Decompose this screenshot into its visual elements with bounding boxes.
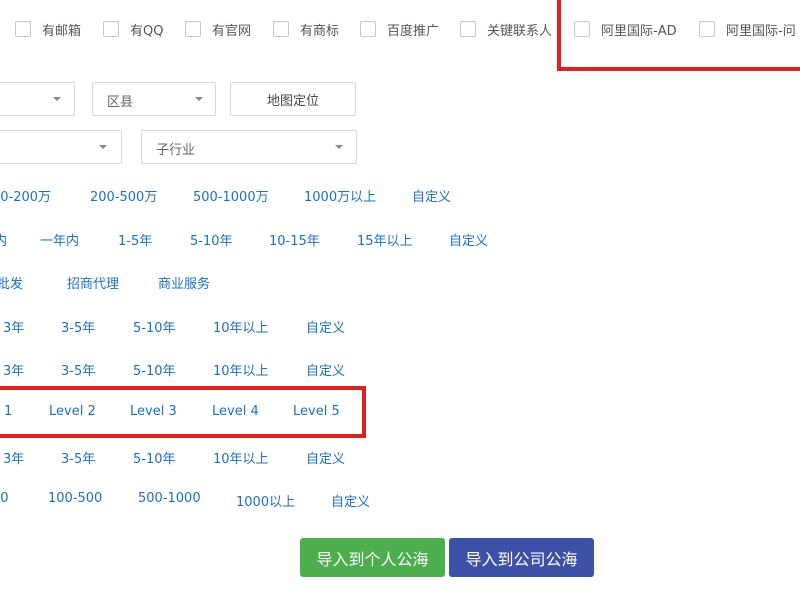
capital-option[interactable]: 00-200万 [0, 186, 51, 205]
import-company-pool-button[interactable]: 导入到公司公海 [449, 538, 594, 577]
years-option[interactable]: 3-5年 [61, 317, 95, 336]
count-option-custom[interactable]: 自定义 [331, 491, 370, 510]
checkbox-has-trademark[interactable]: 有商标 [273, 19, 339, 39]
level-option[interactable]: 1 [4, 404, 12, 419]
capital-option[interactable]: 500-1000万 [193, 186, 269, 205]
checkbox-alibaba-inquiry[interactable]: 阿里国际-问 [699, 19, 796, 39]
industry-select[interactable] [0, 130, 122, 164]
level-option[interactable]: Level 4 [212, 404, 259, 419]
age-option-custom[interactable]: 自定义 [449, 230, 488, 249]
age-option[interactable]: 5-10年 [190, 230, 233, 249]
business-option[interactable]: 商业服务 [158, 273, 210, 292]
count-option[interactable]: 1000以上 [236, 491, 295, 510]
business-option[interactable]: 招商代理 [67, 273, 119, 292]
checkbox-has-website[interactable]: 有官网 [185, 19, 251, 39]
checkbox-alibaba-ad[interactable]: 阿里国际-AD [574, 19, 677, 39]
import-personal-pool-button[interactable]: 导入到个人公海 [300, 538, 445, 577]
age-option[interactable]: 10-15年 [269, 230, 320, 249]
count-option[interactable]: 100-500 [48, 491, 102, 506]
count-option[interactable]: 500-1000 [138, 491, 201, 506]
years-option[interactable]: 3年 [3, 448, 24, 467]
checkbox-key-contact[interactable]: 关键联系人 [460, 19, 552, 39]
sub-industry-select[interactable]: 子行业 [141, 130, 357, 164]
years-option[interactable]: 5-10年 [133, 448, 176, 467]
level-option[interactable]: Level 2 [49, 404, 96, 419]
level-option[interactable]: Level 5 [293, 404, 340, 419]
years-option[interactable]: 3年 [3, 317, 24, 336]
checkbox-baidu-promotion[interactable]: 百度推广 [360, 19, 439, 39]
years-option[interactable]: 3-5年 [61, 360, 95, 379]
years-option[interactable]: 5-10年 [133, 360, 176, 379]
age-option[interactable]: 内 [0, 230, 7, 249]
business-option[interactable]: 商批发 [0, 273, 23, 292]
years-option[interactable]: 3-5年 [61, 448, 95, 467]
age-option[interactable]: 15年以上 [357, 230, 413, 249]
checkbox-has-email[interactable]: 有邮箱 [15, 19, 81, 39]
count-option[interactable]: 00 [0, 491, 9, 506]
age-option[interactable]: 一年内 [40, 230, 79, 249]
years-option-custom[interactable]: 自定义 [306, 317, 345, 336]
years-option[interactable]: 10年以上 [213, 360, 269, 379]
chevron-down-icon [195, 97, 203, 101]
capital-option[interactable]: 200-500万 [90, 186, 157, 205]
years-option[interactable]: 5-10年 [133, 317, 176, 336]
chevron-down-icon [99, 145, 107, 149]
years-option[interactable]: 10年以上 [213, 317, 269, 336]
age-option[interactable]: 1-5年 [118, 230, 152, 249]
years-option[interactable]: 10年以上 [213, 448, 269, 467]
years-option-custom[interactable]: 自定义 [306, 448, 345, 467]
years-option-custom[interactable]: 自定义 [306, 360, 345, 379]
map-locate-button[interactable]: 地图定位 [230, 82, 356, 116]
level-option[interactable]: Level 3 [130, 404, 177, 419]
district-select[interactable]: 区县 [92, 82, 216, 116]
checkbox-has-qq[interactable]: 有QQ [103, 19, 163, 39]
years-option[interactable]: 3年 [3, 360, 24, 379]
chevron-down-icon [53, 97, 61, 101]
city-select[interactable] [0, 82, 75, 116]
capital-option[interactable]: 1000万以上 [304, 186, 376, 205]
capital-option-custom[interactable]: 自定义 [412, 186, 451, 205]
chevron-down-icon [335, 145, 343, 149]
